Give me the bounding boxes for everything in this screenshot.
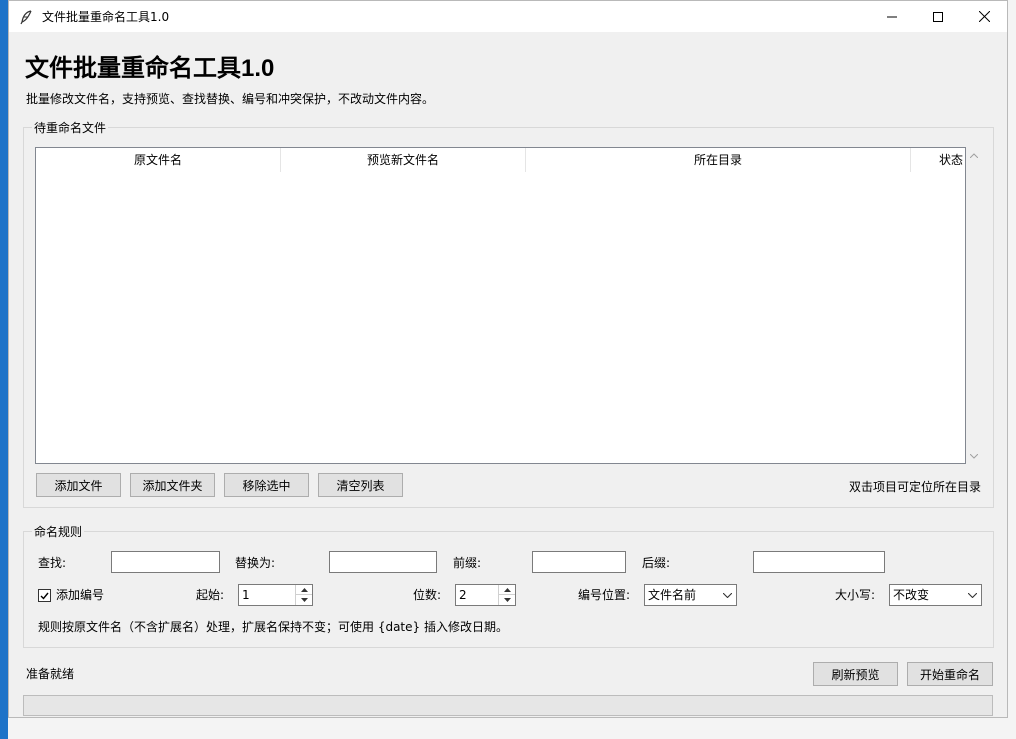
remove-selected-button[interactable]: 移除选中 <box>224 473 309 497</box>
suffix-label: 后缀: <box>642 556 671 570</box>
checkmark-icon <box>40 592 49 600</box>
start-spin-arrows[interactable] <box>295 585 312 605</box>
title-bar: 文件批量重命名工具1.0 <box>9 1 1007 32</box>
window-title: 文件批量重命名工具1.0 <box>42 10 170 24</box>
spin-up-icon[interactable] <box>296 585 312 595</box>
progress-bar <box>23 695 993 716</box>
digits-spin-arrows[interactable] <box>498 585 515 605</box>
column-preview-name[interactable]: 预览新文件名 <box>281 148 526 172</box>
replace-label: 替换为: <box>235 556 276 570</box>
spin-down-icon[interactable] <box>296 595 312 605</box>
close-button[interactable] <box>961 1 1007 32</box>
status-text: 准备就绪 <box>26 667 75 681</box>
background-window-bottom <box>8 718 1008 739</box>
file-list-header: 原文件名 预览新文件名 所在目录 状态 <box>36 148 965 172</box>
chevron-down-icon <box>723 585 732 605</box>
add-folder-button[interactable]: 添加文件夹 <box>130 473 215 497</box>
chevron-down-icon <box>968 585 977 605</box>
page-title: 文件批量重命名工具1.0 <box>25 55 275 82</box>
file-list-scrollbar[interactable] <box>966 147 982 464</box>
case-select[interactable]: 不改变 <box>889 584 982 606</box>
number-position-label: 编号位置: <box>578 588 631 602</box>
minimize-button[interactable] <box>869 1 915 32</box>
start-label: 起始: <box>196 588 225 602</box>
maximize-icon <box>933 11 943 22</box>
digits-value: 2 <box>459 588 467 602</box>
find-label: 查找: <box>38 556 67 570</box>
chevron-down-icon <box>970 453 978 459</box>
refresh-preview-button[interactable]: 刷新预览 <box>813 662 898 686</box>
number-position-select[interactable]: 文件名前 <box>644 584 737 606</box>
start-spinbox[interactable]: 1 <box>238 584 313 606</box>
minimize-icon <box>887 16 897 17</box>
scroll-down-button[interactable] <box>966 448 982 464</box>
background-window-right <box>1007 0 1016 739</box>
scroll-up-button[interactable] <box>966 147 982 163</box>
start-rename-button[interactable]: 开始重命名 <box>907 662 993 686</box>
number-position-value: 文件名前 <box>648 588 697 602</box>
find-input[interactable] <box>111 551 220 573</box>
prefix-input[interactable] <box>532 551 626 573</box>
digits-label: 位数: <box>413 588 442 602</box>
file-list[interactable]: 原文件名 预览新文件名 所在目录 状态 <box>35 147 966 464</box>
column-status[interactable]: 状态 <box>911 148 965 172</box>
clear-list-button[interactable]: 清空列表 <box>318 473 403 497</box>
case-label: 大小写: <box>835 588 876 602</box>
column-original-name[interactable]: 原文件名 <box>36 148 281 172</box>
prefix-label: 前缀: <box>453 556 482 570</box>
rules-note: 规则按原文件名（不含扩展名）处理，扩展名保持不变；可使用 {date} 插入修改… <box>38 620 508 634</box>
column-directory[interactable]: 所在目录 <box>526 148 911 172</box>
add-number-checkbox[interactable] <box>38 589 51 602</box>
add-number-label[interactable]: 添加编号 <box>56 585 104 605</box>
locate-hint: 双击项目可定位所在目录 <box>849 480 982 494</box>
replace-input[interactable] <box>329 551 437 573</box>
maximize-button[interactable] <box>915 1 961 32</box>
window-controls <box>869 1 1007 32</box>
add-file-button[interactable]: 添加文件 <box>36 473 121 497</box>
page-subtitle: 批量修改文件名，支持预览、查找替换、编号和冲突保护，不改动文件内容。 <box>26 92 435 106</box>
suffix-input[interactable] <box>753 551 885 573</box>
start-value: 1 <box>242 588 250 602</box>
rules-group-legend: 命名规则 <box>32 523 85 540</box>
close-icon <box>978 11 990 22</box>
main-window: 文件批量重命名工具1.0 文件批量重命名工具1.0 批量修改文件名，支持预览、查… <box>8 0 1008 718</box>
feather-icon <box>20 9 32 24</box>
spin-up-icon[interactable] <box>499 585 515 595</box>
spin-down-icon[interactable] <box>499 595 515 605</box>
chevron-up-icon <box>970 152 978 158</box>
case-value: 不改变 <box>893 588 930 602</box>
desktop-background-left <box>0 0 8 739</box>
digits-spinbox[interactable]: 2 <box>455 584 516 606</box>
files-group-legend: 待重命名文件 <box>32 119 109 136</box>
